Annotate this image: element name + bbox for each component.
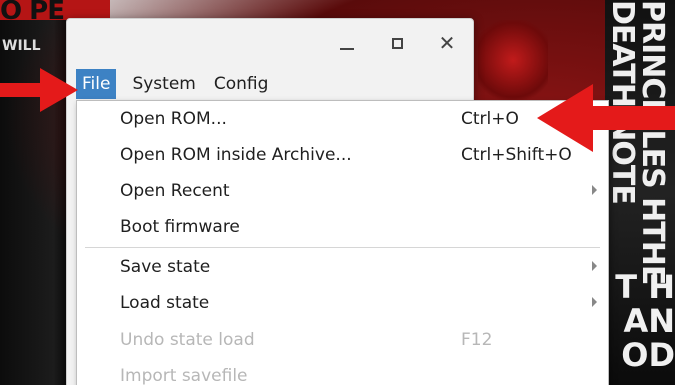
maximize-button[interactable] [385, 31, 409, 55]
menu-item-label: Import savefile [120, 366, 248, 385]
submenu-arrow-icon [592, 261, 597, 271]
menu-item-label: Open Recent [120, 181, 230, 201]
menu-config[interactable]: Config [206, 69, 277, 99]
menu-system[interactable]: System [124, 69, 203, 99]
menu-item-undo-state-load: Undo state load F12 [77, 324, 608, 360]
annotation-arrow-right-icon [537, 84, 675, 152]
menu-item-save-state[interactable]: Save state [77, 251, 608, 287]
submenu-arrow-icon [592, 185, 597, 195]
wallpaper-text-right-bottom: T H AN OD [615, 268, 675, 374]
menu-item-label: Boot firmware [120, 217, 240, 237]
menu-item-label: Open ROM... [120, 109, 227, 129]
menu-separator [85, 247, 600, 248]
menu-item-open-rom[interactable]: Open ROM... Ctrl+O [77, 103, 608, 139]
title-bar[interactable]: ✕ [67, 19, 473, 67]
menu-file[interactable]: File [76, 69, 117, 99]
close-button[interactable]: ✕ [435, 31, 459, 55]
menu-item-load-state[interactable]: Load state [77, 287, 608, 323]
menu-item-label: Load state [120, 293, 210, 313]
menu-item-label: Undo state load [120, 330, 255, 350]
annotation-arrow-left-icon [0, 68, 78, 112]
menu-item-import-savefile: Import savefile [77, 360, 608, 385]
menu-item-shortcut: F12 [461, 330, 493, 350]
menu-item-label: Open ROM inside Archive... [120, 145, 352, 165]
menu-item-open-recent[interactable]: Open Recent [77, 175, 608, 211]
menu-item-open-rom-archive[interactable]: Open ROM inside Archive... Ctrl+Shift+O [77, 139, 608, 175]
menu-item-label: Save state [120, 257, 211, 277]
wallpaper-text-left: O PE [0, 0, 65, 26]
menu-item-shortcut: Ctrl+O [461, 109, 519, 129]
menu-bar: File System Config [67, 67, 473, 101]
desktop: O PE WILL PRINCIPLES HTHE DEATH NOTE T H… [0, 0, 675, 385]
menu-item-boot-firmware[interactable]: Boot firmware [77, 211, 608, 247]
minimize-button[interactable] [335, 31, 359, 55]
close-icon: ✕ [438, 31, 456, 55]
file-menu-dropdown: Open ROM... Ctrl+O Open ROM inside Archi… [76, 100, 609, 385]
minimize-icon [340, 48, 354, 50]
wallpaper-text-left-small: WILL [2, 38, 41, 54]
maximize-icon [391, 37, 403, 49]
submenu-arrow-icon [592, 297, 597, 307]
